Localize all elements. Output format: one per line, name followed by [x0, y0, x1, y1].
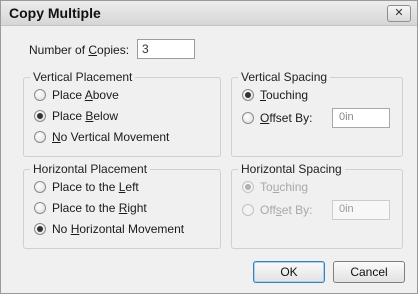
close-button[interactable]: ✕	[387, 5, 411, 22]
vertical-spacing-group: Vertical Spacing Touching Offset By: 0in	[231, 70, 403, 157]
dialog-title: Copy Multiple	[9, 5, 101, 21]
radio-horizontal-touching[interactable]: Touching	[242, 180, 308, 194]
radio-vertical-offset[interactable]: Offset By:	[242, 111, 312, 125]
horizontal-offset-label: Offset By:	[260, 203, 313, 217]
ok-button[interactable]: OK	[253, 261, 325, 283]
vertical-offset-label: Offset By:	[260, 111, 313, 125]
radio-vertical-touching[interactable]: Touching	[242, 88, 308, 102]
cancel-button-label: Cancel	[350, 265, 388, 279]
radio-place-above[interactable]: Place Above	[34, 88, 119, 102]
horizontal-offset-input[interactable]: 0in	[332, 200, 390, 220]
close-icon: ✕	[394, 7, 404, 19]
radio-icon	[242, 204, 254, 216]
horizontal-offset-value: 0in	[339, 203, 354, 215]
radio-place-below[interactable]: Place Below	[34, 109, 118, 123]
horizontal-spacing-group: Horizontal Spacing Touching Offset By: 0…	[231, 162, 403, 249]
place-below-label: Place Below	[52, 109, 119, 123]
number-of-copies-value: 3	[142, 42, 149, 56]
radio-horizontal-offset[interactable]: Offset By:	[242, 203, 312, 217]
horizontal-touching-label: Touching	[260, 180, 309, 194]
vertical-offset-input[interactable]: 0in	[332, 108, 390, 128]
radio-icon	[34, 223, 46, 235]
radio-icon	[242, 181, 254, 193]
radio-icon	[34, 131, 46, 143]
radio-icon	[34, 202, 46, 214]
no-horizontal-movement-label: No Horizontal Movement	[52, 222, 185, 236]
radio-icon	[34, 89, 46, 101]
place-left-label: Place to the Left	[52, 180, 139, 194]
radio-no-horizontal-movement[interactable]: No Horizontal Movement	[34, 222, 184, 236]
vertical-touching-label: Touching	[260, 88, 309, 102]
horizontal-placement-title: Horizontal Placement	[30, 162, 151, 176]
title-bar: Copy Multiple ✕	[1, 1, 417, 26]
radio-no-vertical-movement[interactable]: No Vertical Movement	[34, 130, 169, 144]
copies-label: Number of Copies:	[29, 43, 130, 57]
vertical-spacing-title: Vertical Spacing	[238, 70, 331, 84]
number-of-copies-input[interactable]: 3	[137, 39, 195, 59]
vertical-offset-value: 0in	[339, 111, 354, 123]
ok-button-label: OK	[280, 265, 298, 279]
radio-icon	[242, 89, 254, 101]
vertical-placement-title: Vertical Placement	[30, 70, 136, 84]
place-right-label: Place to the Right	[52, 201, 147, 215]
horizontal-placement-group: Horizontal Placement Place to the Left P…	[23, 162, 221, 249]
radio-icon	[34, 181, 46, 193]
horizontal-spacing-title: Horizontal Spacing	[238, 162, 345, 176]
vertical-placement-group: Vertical Placement Place Above Place Bel…	[23, 70, 221, 157]
radio-place-right[interactable]: Place to the Right	[34, 201, 147, 215]
radio-icon	[242, 112, 254, 124]
copy-multiple-dialog: Copy Multiple ✕ Number of Copies: 3 Vert…	[0, 0, 418, 294]
radio-icon	[34, 110, 46, 122]
no-vertical-movement-label: No Vertical Movement	[52, 130, 170, 144]
place-above-label: Place Above	[52, 88, 119, 102]
cancel-button[interactable]: Cancel	[333, 261, 405, 283]
radio-place-left[interactable]: Place to the Left	[34, 180, 139, 194]
